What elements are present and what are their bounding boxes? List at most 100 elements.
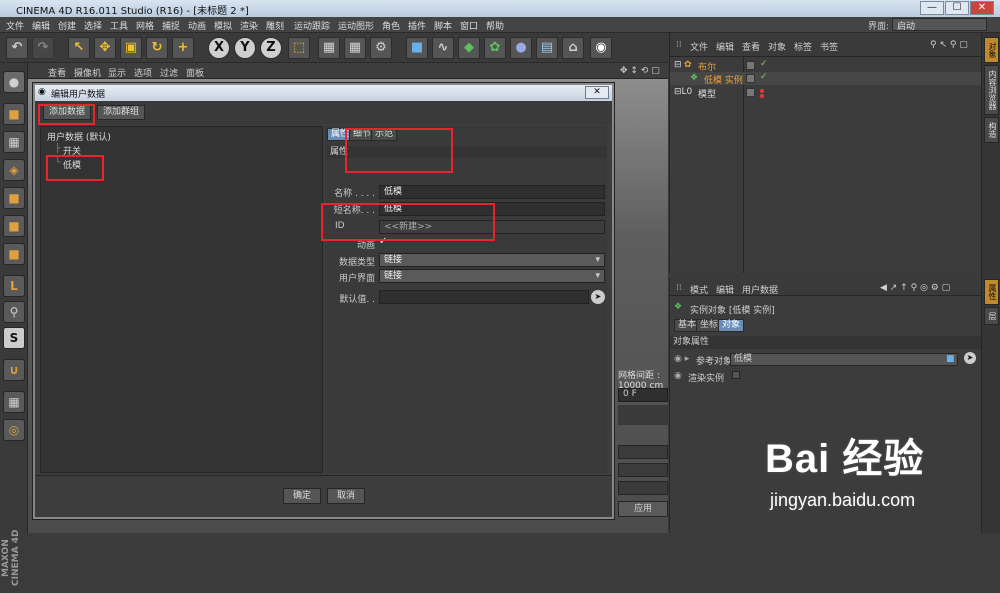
- texture-mode-icon[interactable]: ▦: [3, 131, 25, 153]
- pick-object-icon[interactable]: ➤: [964, 352, 976, 364]
- maximize-button[interactable]: ☐: [945, 1, 969, 15]
- edge-mode-icon[interactable]: ■: [3, 215, 25, 237]
- rotate-tool-icon[interactable]: ↻: [146, 37, 168, 59]
- om-menu-edit[interactable]: 编辑: [716, 40, 734, 53]
- menu-mesh[interactable]: 网格: [136, 19, 154, 32]
- om-menu-bookmark[interactable]: 书签: [820, 40, 838, 53]
- array-icon[interactable]: ✿: [484, 37, 506, 59]
- datatype-select[interactable]: 链接: [379, 253, 605, 267]
- cube-icon[interactable]: ■: [406, 37, 428, 59]
- cancel-button[interactable]: 取消: [327, 488, 365, 504]
- ok-button[interactable]: 确定: [283, 488, 321, 504]
- transform-tool-icon[interactable]: +: [172, 37, 194, 59]
- vtab-content-browser[interactable]: 内容浏览器: [984, 65, 999, 115]
- coord-field-3[interactable]: [618, 481, 668, 495]
- vtab-layer[interactable]: 层: [984, 307, 999, 325]
- am-tab-object[interactable]: 对象: [718, 319, 745, 332]
- model-mode-icon[interactable]: ■: [3, 103, 25, 125]
- lock-workplane-icon[interactable]: ▦: [3, 391, 25, 413]
- hidden-dot-icon[interactable]: [760, 94, 764, 98]
- vp-menu-camera[interactable]: 摄像机: [74, 66, 101, 79]
- apply-button[interactable]: 应用: [618, 501, 668, 517]
- magnet-icon[interactable]: ∪: [3, 359, 25, 381]
- menu-create[interactable]: 创建: [58, 19, 76, 32]
- menu-help[interactable]: 帮助: [486, 19, 504, 32]
- select-tool-icon[interactable]: ↖: [68, 37, 90, 59]
- minimize-button[interactable]: —: [920, 1, 944, 15]
- viewport-nav-icon[interactable]: ✥ ↕ ⟲ ▢: [620, 66, 660, 76]
- playback-controls[interactable]: [618, 405, 668, 425]
- menu-character[interactable]: 角色: [382, 19, 400, 32]
- render-instance-checkbox[interactable]: [732, 371, 740, 379]
- visible-check-icon[interactable]: ✓: [760, 72, 768, 82]
- floor-icon[interactable]: ▤: [536, 37, 558, 59]
- vp-menu-options[interactable]: 选项: [134, 66, 152, 79]
- planar-workplane-icon[interactable]: ◎: [3, 419, 25, 441]
- name-field[interactable]: 低模: [379, 185, 605, 199]
- om-menu-object[interactable]: 对象: [768, 40, 786, 53]
- om-menu-tag[interactable]: 标签: [794, 40, 812, 53]
- x-axis-icon[interactable]: X: [208, 37, 230, 59]
- vp-menu-display[interactable]: 显示: [108, 66, 126, 79]
- vtab-objects[interactable]: 对象: [984, 37, 999, 63]
- vtab-attributes[interactable]: 属性: [984, 279, 999, 305]
- pick-object-icon[interactable]: ➤: [591, 290, 605, 304]
- layer-flag[interactable]: [746, 61, 755, 70]
- render-settings-icon[interactable]: ⚙: [370, 37, 392, 59]
- point-mode-icon[interactable]: ■: [3, 187, 25, 209]
- undo-icon[interactable]: ↶: [6, 37, 28, 59]
- menu-render[interactable]: 渲染: [240, 19, 258, 32]
- redo-icon[interactable]: ↷: [32, 37, 54, 59]
- make-editable-icon[interactable]: ●: [3, 71, 25, 93]
- menu-file[interactable]: 文件: [6, 19, 24, 32]
- z-axis-icon[interactable]: Z: [260, 37, 282, 59]
- om-row-model[interactable]: ⊟L0 模型: [670, 86, 982, 100]
- om-row-boole[interactable]: ⊟ ✿ 布尔 ✓: [670, 59, 982, 73]
- vp-menu-filter[interactable]: 过滤: [160, 66, 178, 79]
- vtab-structure[interactable]: 构造: [984, 117, 999, 143]
- am-menu-edit[interactable]: 编辑: [716, 283, 734, 296]
- anim-dot-icon[interactable]: ◉ ▸: [674, 354, 689, 364]
- layout-select[interactable]: 启动: [892, 18, 987, 32]
- menu-animate[interactable]: 动画: [188, 19, 206, 32]
- expand-icon[interactable]: ⊟: [674, 60, 682, 70]
- menu-sculpt[interactable]: 雕刻: [266, 19, 284, 32]
- light-icon[interactable]: ◉: [590, 37, 612, 59]
- coord-field-2[interactable]: [618, 463, 668, 477]
- menu-window[interactable]: 窗口: [460, 19, 478, 32]
- subdivision-icon[interactable]: ◆: [458, 37, 480, 59]
- menu-snap[interactable]: 捕捉: [162, 19, 180, 32]
- frame-field[interactable]: 0 F: [618, 388, 668, 402]
- vp-menu-view[interactable]: 查看: [48, 66, 66, 79]
- camera-icon[interactable]: ⌂: [562, 37, 584, 59]
- hidden-dot-icon[interactable]: [760, 89, 764, 93]
- menu-simulate[interactable]: 模拟: [214, 19, 232, 32]
- om-row-lowpoly-instance[interactable]: ❖ 低模 实例 ✓: [670, 72, 982, 86]
- close-window-button[interactable]: ✕: [970, 1, 994, 15]
- add-group-button[interactable]: 添加群组: [97, 105, 146, 120]
- om-menu-file[interactable]: 文件: [690, 40, 708, 53]
- snap-icon[interactable]: S: [3, 327, 25, 349]
- menu-tools[interactable]: 工具: [110, 19, 128, 32]
- user-interface-select[interactable]: 链接: [379, 269, 605, 283]
- vp-menu-panel[interactable]: 面板: [186, 66, 204, 79]
- menu-script[interactable]: 脚本: [434, 19, 452, 32]
- coord-field-1[interactable]: [618, 445, 668, 459]
- menu-plugins[interactable]: 插件: [408, 19, 426, 32]
- y-axis-icon[interactable]: Y: [234, 37, 256, 59]
- move-tool-icon[interactable]: ✥: [94, 37, 116, 59]
- workplane-icon[interactable]: ◈: [3, 159, 25, 181]
- am-menu-mode[interactable]: 模式: [690, 283, 708, 296]
- default-field[interactable]: [379, 290, 589, 304]
- om-search-icon[interactable]: ⚲ ↖ ⚲ ▢: [930, 40, 968, 50]
- anim-dot-icon[interactable]: ◉: [674, 371, 682, 381]
- coordinate-system-icon[interactable]: ⬚: [288, 37, 310, 59]
- layer-flag[interactable]: [746, 88, 755, 97]
- tree-root[interactable]: 用户数据 (默认): [47, 130, 111, 143]
- axis-mode-icon[interactable]: L: [3, 275, 25, 297]
- render-view-icon[interactable]: ▦: [318, 37, 340, 59]
- menu-edit[interactable]: 编辑: [32, 19, 50, 32]
- dialog-close-button[interactable]: ✕: [585, 86, 609, 99]
- deformer-icon[interactable]: ●: [510, 37, 532, 59]
- layer-flag[interactable]: [746, 74, 755, 83]
